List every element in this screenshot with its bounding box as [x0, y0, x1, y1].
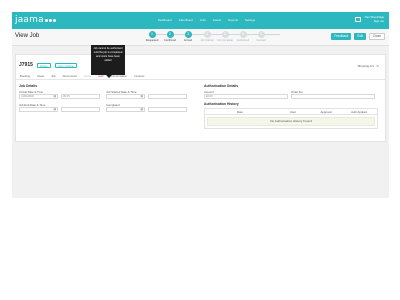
- arrival-time-value: 09:15: [63, 95, 70, 98]
- menu-item-jobs-board[interactable]: Jobs Board: [179, 18, 193, 22]
- job-tabs: Booking Asset Job Documents Costs Auth C…: [16, 74, 385, 80]
- history-header-row: Date User Approval Auth Applied: [205, 109, 377, 115]
- completed-date-input[interactable]: ▦: [106, 107, 145, 112]
- order-input[interactable]: [291, 94, 375, 99]
- edit-button[interactable]: Edit: [354, 33, 366, 40]
- calendar-icon: ▦: [140, 107, 143, 111]
- auth-history-table: Date User Approval Auth Applied No Autho…: [204, 108, 378, 129]
- step-label: Arrived: [183, 39, 193, 42]
- step-dot: 3: [184, 31, 192, 38]
- close-icon[interactable]: ✕: [376, 64, 379, 68]
- empty-history-message: No Authorisation History Found: [207, 117, 375, 126]
- menu-item-assets[interactable]: Assets: [213, 18, 221, 22]
- user-card-icon: [355, 16, 362, 22]
- user-info: Tom Woodridge Sign out: [364, 15, 384, 23]
- col-date: Date: [237, 110, 243, 114]
- arrival-date-value: 21/04/2022: [21, 95, 34, 98]
- job-progress-stepper: 1 Requested 2 Confirmed 3 Arrived 4 Job Started…: [143, 31, 288, 44]
- step-7: 7 Invoiced: [252, 31, 270, 42]
- tab-auth[interactable]: Auth: [98, 74, 104, 79]
- sign-out-link[interactable]: Sign out: [374, 19, 384, 23]
- step-dot: 7: [257, 31, 265, 38]
- step-6: 6 Authorised: [234, 31, 252, 42]
- job-id: J7915: [19, 62, 33, 68]
- auth-tooltip: Job cannot be authorised until the job i…: [91, 45, 125, 78]
- col-approval: Approval: [320, 110, 332, 114]
- step-label: Invoiced: [256, 39, 266, 42]
- menu-item-dashboard[interactable]: Dashboard: [158, 18, 172, 22]
- menu-item-settings[interactable]: Settings: [245, 18, 255, 22]
- step-1: 1 Requested: [143, 31, 161, 42]
- logo[interactable]: jaama: [15, 14, 56, 26]
- step-label: Job Complete: [216, 39, 233, 42]
- start-date-input[interactable]: ▦: [106, 94, 145, 99]
- app-frame: jaama Dashboard Jobs Board Jobs Assets R…: [12, 12, 389, 198]
- job-details-section: Job Details Arrival Date & Time 21/04/20…: [19, 84, 189, 116]
- tab-costs[interactable]: Costs: [84, 74, 91, 79]
- step-3: 3 Arrived: [179, 31, 197, 42]
- tab-invoices[interactable]: Invoices: [134, 74, 144, 79]
- menu-item-jobs[interactable]: Jobs: [200, 18, 206, 22]
- step-5: 5 Job Complete: [216, 31, 234, 42]
- step-label: Confirmed: [164, 39, 176, 42]
- auth-history-title: Authorisation History: [204, 102, 239, 106]
- col-auth-applied: Auth Applied: [351, 110, 367, 114]
- step-dot: 4: [203, 31, 211, 38]
- logo-text: jaama: [15, 15, 44, 25]
- tooltip-text: Job cannot be authorised until the job i…: [93, 47, 123, 62]
- end-time-input[interactable]: [61, 107, 100, 112]
- tab-job[interactable]: Job: [51, 74, 56, 79]
- step-dot: 6: [239, 31, 247, 38]
- main-menu: Dashboard Jobs Board Jobs Assets Reports…: [158, 18, 255, 22]
- calendar-icon: ▦: [140, 94, 143, 98]
- feedback-button[interactable]: Feedback: [331, 33, 352, 40]
- amount-value: £0.00: [206, 95, 213, 98]
- tooling-badge: Open Tooling: [54, 62, 77, 68]
- close-button[interactable]: Close: [368, 33, 385, 40]
- col-user: User: [290, 110, 296, 114]
- step-label: Requested: [145, 39, 159, 42]
- step-dot: 2: [166, 31, 174, 38]
- page-title: View Job: [15, 33, 40, 39]
- step-label: Job Started: [200, 39, 214, 42]
- tab-conversation[interactable]: Conversation: [111, 74, 127, 79]
- step-dot: 5: [221, 31, 229, 38]
- tab-booking[interactable]: Booking: [20, 74, 30, 79]
- amount-input[interactable]: £0.00: [204, 94, 288, 99]
- step-label: Authorised: [236, 39, 250, 42]
- top-nav: jaama Dashboard Jobs Board Jobs Assets R…: [12, 12, 389, 29]
- job-header: J7915 Active Open Tooling: [19, 62, 77, 68]
- tab-documents[interactable]: Documents: [63, 74, 77, 79]
- user-menu[interactable]: Tom Woodridge Sign out: [355, 15, 384, 23]
- record-pager: Showing 1/1 ✕: [358, 64, 379, 68]
- calendar-icon: ▦: [53, 107, 56, 111]
- title-actions: Feedback Edit Close: [331, 33, 385, 40]
- start-time-input[interactable]: [148, 94, 187, 99]
- step-2: 2 Confirmed: [161, 31, 179, 42]
- end-date-input[interactable]: ▦: [19, 107, 58, 112]
- menu-item-reports[interactable]: Reports: [228, 18, 238, 22]
- step-dot: 1: [148, 31, 156, 38]
- status-badge: Active: [36, 62, 51, 68]
- step-4: 4 Job Started: [198, 31, 216, 42]
- job-details-title: Job Details: [19, 84, 38, 88]
- showing-count: Showing 1/1: [357, 64, 375, 68]
- auth-section: Authorisation Details Amount £0.00 Order…: [204, 84, 382, 129]
- tab-asset[interactable]: Asset: [37, 74, 44, 79]
- logo-dots-icon: [44, 18, 56, 22]
- auth-details-title: Authorisation Details: [204, 84, 239, 88]
- calendar-icon: ▦: [53, 94, 56, 98]
- title-bar: View Job 1 Requested 2 Confirmed 3 Arrived 4 Jo…: [12, 29, 389, 46]
- arrival-date-input[interactable]: 21/04/2022 ▦: [19, 94, 58, 99]
- job-card: J7915 Active Open Tooling Showing 1/1 ✕ …: [15, 45, 386, 142]
- arrival-time-input[interactable]: 09:15: [61, 94, 100, 99]
- completed-time-input[interactable]: [148, 107, 187, 112]
